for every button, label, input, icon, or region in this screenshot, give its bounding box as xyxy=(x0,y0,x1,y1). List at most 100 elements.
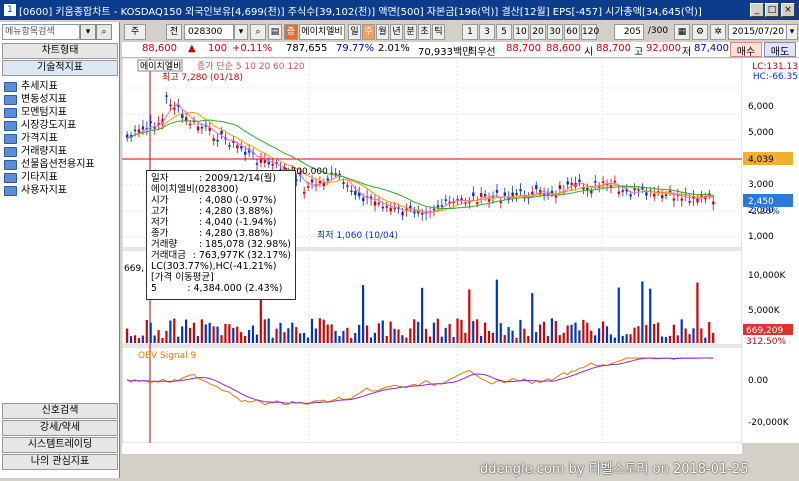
volume-bar[interactable] xyxy=(684,328,687,343)
signal-search-button[interactable]: 신호검색 xyxy=(2,403,118,419)
tree-item[interactable]: 가격지표 xyxy=(4,132,58,145)
volume-bar[interactable] xyxy=(397,329,400,343)
volume-bar[interactable] xyxy=(169,320,172,343)
volume-bar[interactable] xyxy=(153,335,156,343)
volume-bar[interactable] xyxy=(574,322,577,343)
candle[interactable] xyxy=(535,185,538,190)
candle[interactable] xyxy=(401,211,404,216)
volume-bar[interactable] xyxy=(432,322,435,343)
interval-button[interactable]: 120 xyxy=(581,24,599,40)
volume-bar[interactable] xyxy=(562,332,565,343)
candle[interactable] xyxy=(680,198,683,201)
volume-bar[interactable] xyxy=(181,326,184,343)
candle[interactable] xyxy=(483,194,487,197)
count-input[interactable]: 205 xyxy=(614,24,644,40)
candle[interactable] xyxy=(165,95,168,97)
volume-bar[interactable] xyxy=(365,325,369,343)
period-mode-select[interactable]: 전 xyxy=(166,24,182,40)
volume-bar[interactable] xyxy=(362,285,365,343)
volume-bar[interactable] xyxy=(326,324,329,343)
volume-bar[interactable] xyxy=(664,336,668,343)
candle[interactable] xyxy=(558,185,562,189)
volume-bar[interactable] xyxy=(692,328,695,343)
candle[interactable] xyxy=(377,202,381,205)
volume-bar[interactable] xyxy=(428,336,432,343)
period-button[interactable]: 분 xyxy=(404,24,417,40)
volume-bar[interactable] xyxy=(173,318,176,343)
sell-button[interactable]: 매도 xyxy=(764,42,796,58)
search-icon[interactable]: ⌕ xyxy=(250,24,266,40)
volume-bar[interactable] xyxy=(613,337,616,343)
volume-bar[interactable] xyxy=(346,327,349,343)
volume-bar[interactable] xyxy=(641,281,644,343)
lock-icon[interactable]: ▤ xyxy=(268,24,282,40)
volume-bar[interactable] xyxy=(660,336,664,343)
tree-item[interactable]: 거래량지표 xyxy=(4,145,67,158)
volume-bar[interactable] xyxy=(637,326,640,343)
volume-bar[interactable] xyxy=(594,335,597,343)
candle[interactable] xyxy=(169,104,172,107)
volume-bar[interactable] xyxy=(267,318,270,343)
volume-bar[interactable] xyxy=(480,335,483,343)
candle[interactable] xyxy=(306,186,310,188)
volume-bar[interactable] xyxy=(680,319,683,343)
volume-bar[interactable] xyxy=(468,289,471,343)
candle[interactable] xyxy=(389,207,392,212)
volume-bar[interactable] xyxy=(188,327,192,343)
volume-bar[interactable] xyxy=(452,337,455,343)
volume-bar[interactable] xyxy=(625,334,628,343)
volume-bar[interactable] xyxy=(224,323,227,343)
candle[interactable] xyxy=(346,185,349,187)
candle[interactable] xyxy=(133,129,137,132)
candle[interactable] xyxy=(200,126,204,129)
candle[interactable] xyxy=(503,192,506,196)
volume-bar[interactable] xyxy=(519,319,522,343)
candle[interactable] xyxy=(385,206,388,208)
volume-bar[interactable] xyxy=(546,335,550,343)
volume-bar[interactable] xyxy=(712,333,715,343)
candle[interactable] xyxy=(373,201,377,206)
volume-bar[interactable] xyxy=(633,327,636,343)
candle[interactable] xyxy=(188,123,192,126)
candle[interactable] xyxy=(255,163,259,165)
volume-bar[interactable] xyxy=(275,328,278,343)
volume-bar[interactable] xyxy=(460,319,463,343)
interval-button[interactable]: 30 xyxy=(547,24,563,40)
candle[interactable] xyxy=(712,201,715,205)
candle[interactable] xyxy=(342,182,345,184)
volume-bar[interactable] xyxy=(448,324,451,343)
candle[interactable] xyxy=(617,191,621,194)
volume-bar[interactable] xyxy=(672,324,675,343)
candle[interactable] xyxy=(440,205,444,207)
volume-bar[interactable] xyxy=(444,327,447,343)
volume-bar[interactable] xyxy=(527,335,530,343)
volume-bar[interactable] xyxy=(421,287,424,343)
volume-bar[interactable] xyxy=(539,324,542,343)
volume-bar[interactable] xyxy=(303,332,306,343)
minimize-icon[interactable]: _ xyxy=(750,3,764,17)
volume-bar[interactable] xyxy=(165,330,168,343)
volume-bar[interactable] xyxy=(542,321,546,343)
volume-bar[interactable] xyxy=(381,320,384,343)
volume-bar[interactable] xyxy=(133,335,137,343)
candle[interactable] xyxy=(196,126,200,131)
candle[interactable] xyxy=(137,129,141,133)
volume-bar[interactable] xyxy=(350,337,353,343)
volume-bar[interactable] xyxy=(668,335,671,343)
period-button[interactable]: 월 xyxy=(376,24,389,40)
volume-bar[interactable] xyxy=(299,333,302,343)
technical-indicator-button[interactable]: 기술적지표 xyxy=(2,60,118,76)
candle[interactable] xyxy=(181,114,184,118)
candle[interactable] xyxy=(303,191,306,194)
strength-button[interactable]: 강세/약세 xyxy=(2,420,118,436)
candle[interactable] xyxy=(495,190,499,193)
candle[interactable] xyxy=(216,140,219,142)
calendar-icon[interactable]: ▾ xyxy=(786,24,798,40)
volume-bar[interactable] xyxy=(192,322,196,343)
volume-bar[interactable] xyxy=(645,325,648,343)
candle[interactable] xyxy=(653,193,656,197)
candle[interactable] xyxy=(594,181,597,183)
volume-bar[interactable] xyxy=(688,334,691,343)
candle[interactable] xyxy=(578,179,581,183)
volume-bar[interactable] xyxy=(491,332,494,343)
